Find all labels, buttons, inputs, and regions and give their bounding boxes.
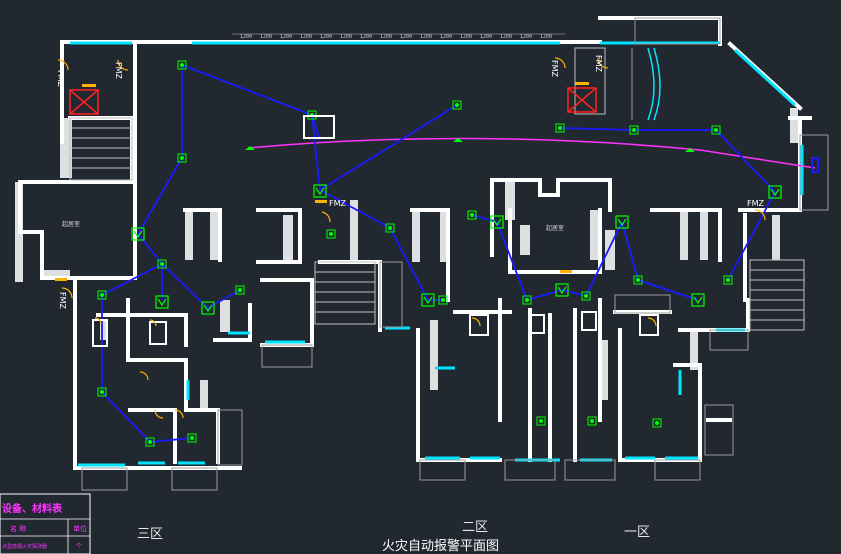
legend-title: 设备、材料表 bbox=[2, 502, 63, 515]
svg-text:1200: 1200 bbox=[300, 34, 312, 40]
svg-text:1200: 1200 bbox=[380, 34, 392, 40]
svg-text:1200: 1200 bbox=[520, 34, 532, 40]
room-label: 起居室 bbox=[546, 224, 564, 232]
drawing-title: 火灾自动报警平面图 bbox=[382, 538, 499, 554]
legend-header-unit: 单位 bbox=[73, 524, 87, 533]
svg-text:1200: 1200 bbox=[480, 34, 492, 40]
svg-text:1200: 1200 bbox=[260, 34, 272, 40]
fmz-label: FMZ bbox=[58, 292, 67, 310]
svg-text:1200: 1200 bbox=[420, 34, 432, 40]
svg-text:1200: 1200 bbox=[540, 34, 552, 40]
fmz-label: FMZ bbox=[747, 199, 765, 208]
svg-text:1200: 1200 bbox=[460, 34, 472, 40]
svg-text:1200: 1200 bbox=[240, 34, 252, 40]
svg-text:1200: 1200 bbox=[440, 34, 452, 40]
fmz-label: FMZ bbox=[594, 55, 603, 73]
svg-text:1200: 1200 bbox=[340, 34, 352, 40]
svg-text:1200: 1200 bbox=[400, 34, 412, 40]
zone-label-3: 三区 bbox=[137, 527, 163, 542]
fmz-label: FMZ bbox=[329, 199, 347, 208]
fmz-label: FMZ bbox=[56, 70, 65, 88]
svg-text:1200: 1200 bbox=[280, 34, 292, 40]
svg-text:1200: 1200 bbox=[320, 34, 332, 40]
legend-item-name: 点型感烟火灾探测器 bbox=[2, 543, 47, 550]
svg-text:1200: 1200 bbox=[500, 34, 512, 40]
floor-plan-canvas: 1200 1200 1200 1200 1200 1200 1200 1200 … bbox=[0, 0, 841, 554]
zone-label-1: 一区 bbox=[624, 525, 650, 540]
room-label: 起居室 bbox=[62, 220, 80, 228]
zone-label-2: 二区 bbox=[462, 520, 488, 535]
fmz-label: FMZ bbox=[114, 62, 123, 80]
fmz-label: FMZ bbox=[550, 60, 559, 78]
legend-item-unit: 个 bbox=[76, 543, 82, 550]
svg-text:1200: 1200 bbox=[360, 34, 372, 40]
legend-header-name: 名 称 bbox=[10, 524, 26, 533]
